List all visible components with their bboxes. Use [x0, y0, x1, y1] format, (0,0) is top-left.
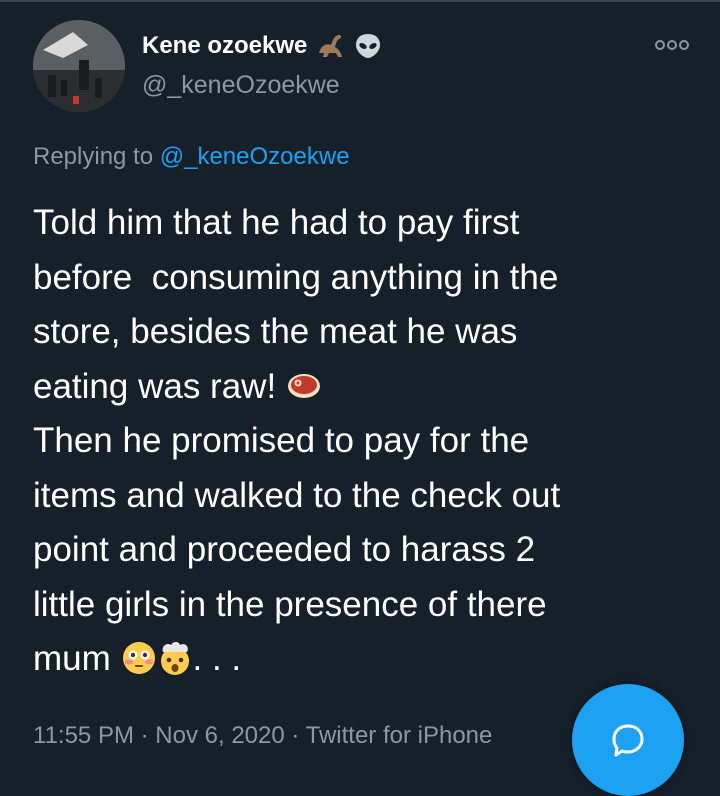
tweet-line: items and walked to the check out	[33, 475, 561, 515]
avatar[interactable]	[33, 20, 125, 112]
meta-separator: ·	[133, 722, 156, 749]
tweet-line: Then he promised to pay for the	[33, 421, 530, 460]
replying-prefix: Replying to	[33, 143, 160, 170]
tweet-text: Told him that he had to pay first before…	[33, 196, 693, 687]
top-divider	[0, 0, 720, 2]
tweet-meta: 11:55 PM · Nov 6, 2020 · Twitter for iPh…	[33, 722, 492, 750]
reply-bubble-icon	[612, 724, 644, 757]
more-icon[interactable]	[654, 38, 690, 52]
sauropod-emoji-icon	[319, 35, 343, 57]
tweet-line: before consuming anything in the	[33, 257, 559, 297]
tweet-date[interactable]: Nov 6, 2020	[155, 722, 284, 749]
display-name[interactable]: Kene ozoekwe	[142, 32, 307, 60]
tweet-line: mum	[33, 639, 121, 678]
avatar-photo	[33, 20, 125, 112]
tweet-time[interactable]: 11:55 PM	[33, 722, 134, 749]
tweet-source[interactable]: Twitter for iPhone	[306, 722, 493, 749]
tweet-line: Told him that he had to pay first	[33, 203, 520, 242]
tweet-line: little girls in the presence of there	[33, 584, 547, 624]
exploding-head-emoji-icon	[160, 642, 189, 675]
handle[interactable]: @_keneOzoekwe	[142, 71, 340, 100]
tweet-ellipsis: . . .	[192, 639, 242, 678]
meat-emoji-icon	[287, 373, 320, 398]
reply-mention-link[interactable]: @_keneOzoekwe	[160, 143, 350, 170]
replying-to: Replying to @_keneOzoekwe	[33, 143, 350, 171]
tweet-line: eating was raw!	[33, 366, 286, 406]
alien-emoji-icon	[356, 34, 381, 58]
tweet-line: store, besides the meat he was	[33, 312, 518, 351]
author-row[interactable]: Kene ozoekwe	[142, 31, 383, 61]
tweet-line: point and proceeded to harass 2	[33, 530, 536, 569]
meta-separator: ·	[284, 722, 306, 749]
reply-fab-button[interactable]	[572, 684, 684, 796]
flushed-face-emoji-icon	[122, 642, 155, 674]
